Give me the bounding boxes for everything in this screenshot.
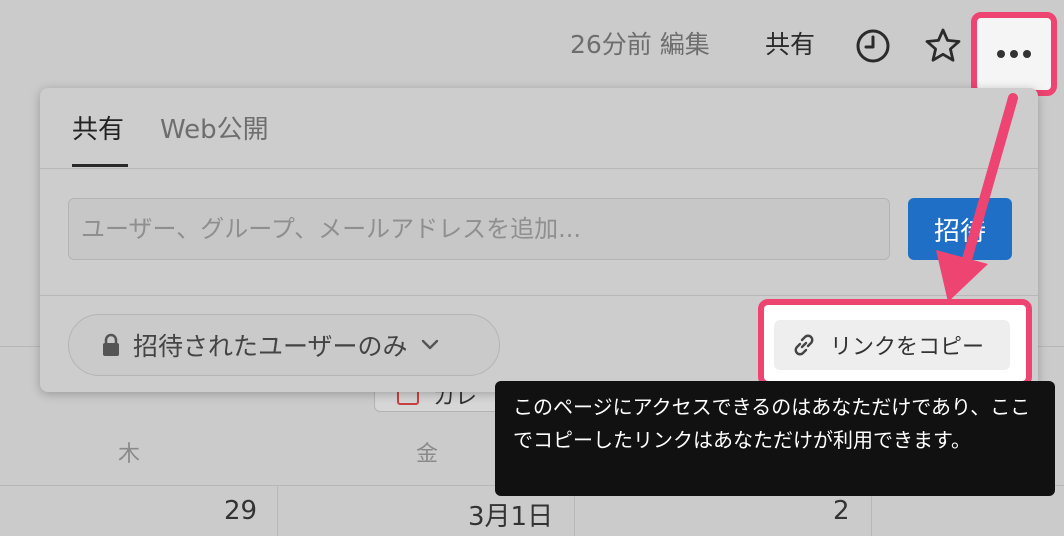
- copy-link-label: リンクをコピー: [830, 335, 985, 360]
- divider: [40, 168, 1038, 169]
- tab-web-publish[interactable]: Web公開: [160, 112, 269, 148]
- star-icon[interactable]: [923, 26, 963, 66]
- weekday-header: 金: [416, 442, 439, 467]
- calendar-day-number: 3月1日: [468, 502, 554, 532]
- lock-icon: [103, 333, 119, 356]
- tab-share[interactable]: 共有: [72, 112, 124, 148]
- weekday-header: 木: [118, 442, 141, 467]
- link-icon: [794, 334, 814, 356]
- clock-icon[interactable]: [855, 28, 891, 64]
- more-options-button[interactable]: [971, 12, 1057, 96]
- calendar-day-number: 2: [833, 496, 850, 526]
- more-horizontal-icon: [997, 50, 1031, 58]
- copy-link-button[interactable]: リンクをコピー: [774, 320, 1010, 370]
- tooltip: このページにアクセスできるのはあなただけであり、ここでコピーしたリンクはあなただ…: [495, 381, 1055, 496]
- chevron-down-icon: [421, 339, 438, 350]
- divider: [40, 295, 1038, 296]
- invite-input[interactable]: [68, 198, 890, 260]
- access-level-label: 招待されたユーザーのみ: [133, 332, 408, 361]
- last-edited-label: 26分前 編集: [570, 30, 710, 59]
- access-level-select[interactable]: 招待されたユーザーのみ: [68, 314, 500, 376]
- calendar-column-divider: [277, 486, 278, 536]
- invite-button[interactable]: 招待: [908, 198, 1012, 260]
- active-tab-indicator: [72, 164, 128, 167]
- share-button[interactable]: 共有: [765, 28, 815, 62]
- calendar-day-number: 29: [224, 496, 258, 526]
